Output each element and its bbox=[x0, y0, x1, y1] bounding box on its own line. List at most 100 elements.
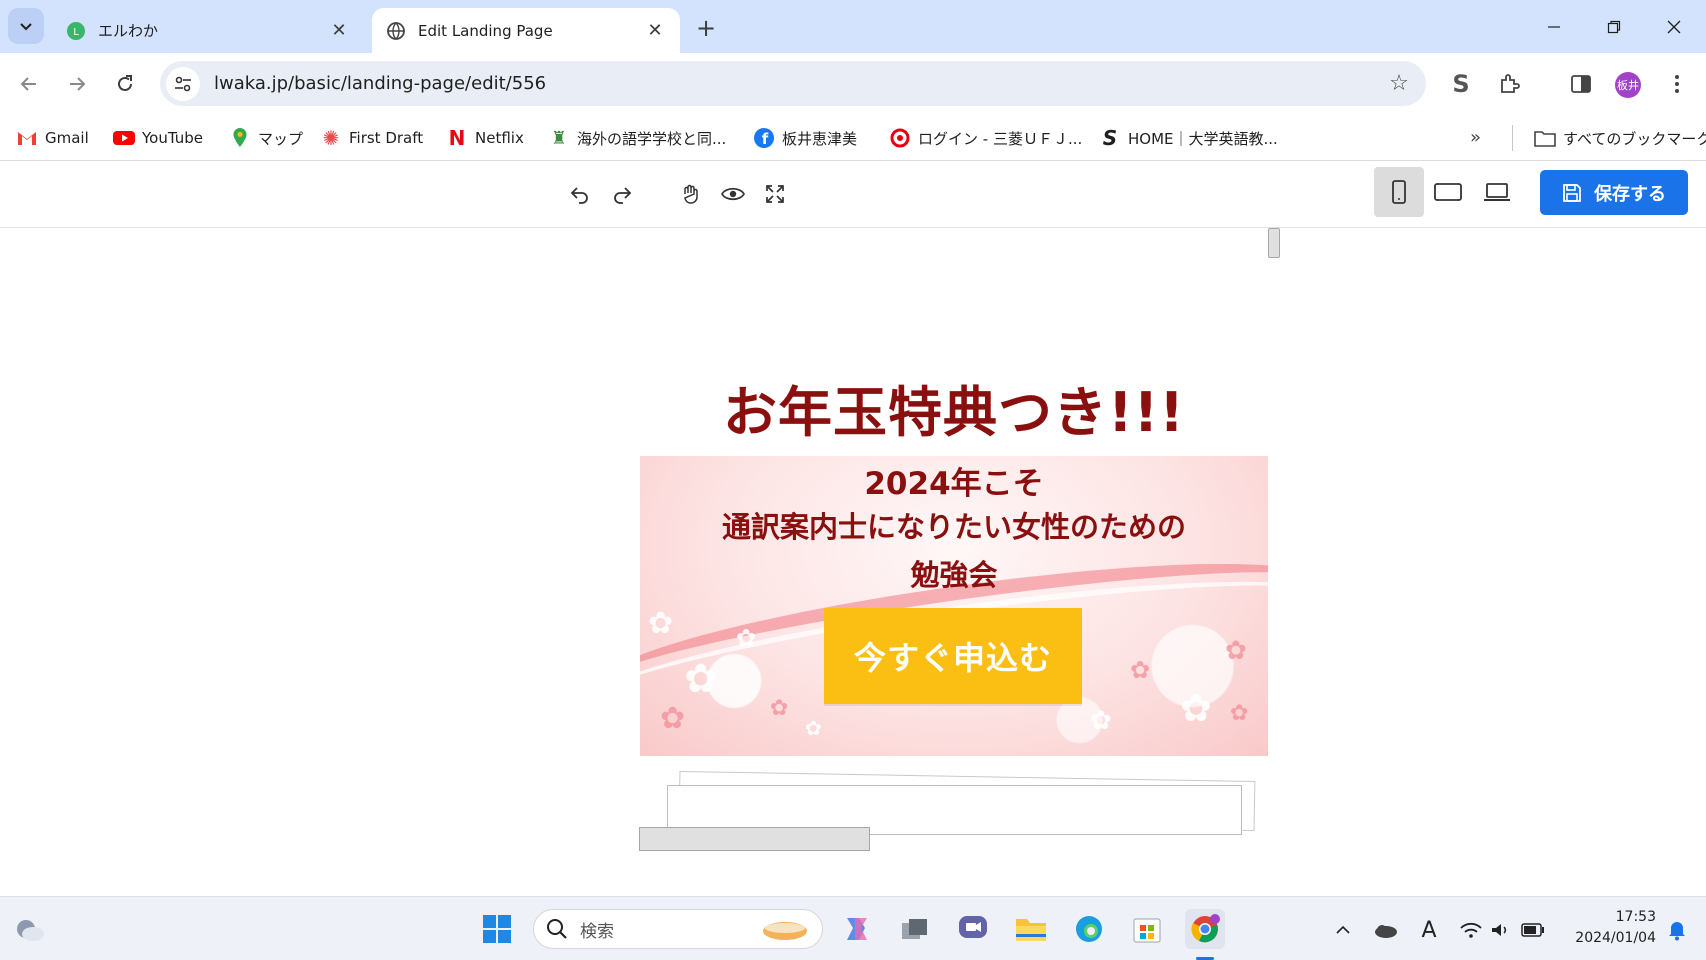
bookmark-facebook[interactable]: f 板井恵津美 bbox=[753, 123, 857, 153]
tab-lwaka[interactable]: L エルわか ✕ bbox=[52, 8, 364, 53]
clock-date: 2024/01/04 bbox=[1575, 930, 1656, 946]
volume-icon[interactable] bbox=[1488, 917, 1514, 943]
lp-subline-event[interactable]: 勉強会 bbox=[640, 552, 1268, 594]
new-tab-button[interactable]: + bbox=[690, 12, 722, 44]
redo-button[interactable] bbox=[605, 177, 639, 211]
bookmark-gmail[interactable]: Gmail bbox=[16, 123, 89, 153]
lwaka-favicon-icon: L bbox=[66, 21, 86, 41]
tab-title: Edit Landing Page bbox=[418, 21, 553, 40]
star-icon[interactable]: ☆ bbox=[1382, 67, 1416, 101]
bookmark-mufg[interactable]: ログイン - 三菱ＵＦＪ... bbox=[889, 123, 1082, 153]
reload-icon bbox=[118, 75, 132, 91]
close-icon[interactable]: ✕ bbox=[644, 20, 666, 42]
system-clock[interactable]: 17:53 2024/01/04 bbox=[1566, 907, 1656, 949]
save-button[interactable]: 保存する bbox=[1540, 170, 1688, 215]
all-bookmarks-button[interactable]: すべてのブックマーク bbox=[1534, 123, 1706, 153]
sakura-icon: ✿ bbox=[805, 716, 822, 740]
notification-bell-icon[interactable] bbox=[1664, 917, 1690, 943]
pan-button[interactable] bbox=[673, 177, 707, 211]
url-text: lwaka.jp/basic/landing-page/edit/556 bbox=[214, 73, 547, 94]
cta-apply-button[interactable]: 今すぐ申込む bbox=[824, 608, 1082, 704]
eye-icon bbox=[721, 187, 745, 201]
tab-title: エルわか bbox=[98, 22, 159, 40]
bowl-icon bbox=[760, 916, 810, 948]
bookmark-maps[interactable]: マップ bbox=[229, 123, 303, 153]
close-window-button[interactable] bbox=[1644, 0, 1704, 53]
chat-icon[interactable] bbox=[953, 909, 993, 949]
resize-handle[interactable] bbox=[1268, 228, 1280, 258]
hand-icon bbox=[684, 184, 698, 204]
sakura-icon: ✿ bbox=[1130, 656, 1151, 684]
expand-icon bbox=[766, 185, 784, 203]
lp-headline[interactable]: お年玉特典つき!!! bbox=[640, 368, 1268, 447]
bookmark-home[interactable]: S HOME｜大学英語教... bbox=[1099, 123, 1278, 153]
editor-canvas[interactable]: お年玉特典つき!!! ✿ ✿ ✿ ✿ ✿ ✿ ✿ ✿ ✿ ✿ ✿ 2024年こそ… bbox=[0, 228, 1706, 896]
tab-strip: L エルわか ✕ Edit Landing Page ✕ + bbox=[0, 0, 1706, 53]
bookmark-label: YouTube bbox=[142, 129, 203, 147]
mufg-icon bbox=[889, 127, 911, 149]
copilot-icon[interactable] bbox=[837, 909, 877, 949]
first-draft-icon: ✺ bbox=[322, 126, 340, 150]
more-menu-icon[interactable] bbox=[1660, 67, 1694, 101]
back-button[interactable] bbox=[12, 67, 46, 101]
sakura-icon: ✿ bbox=[1230, 701, 1249, 726]
bookmark-netflix[interactable]: N Netflix bbox=[446, 123, 524, 153]
store-icon[interactable] bbox=[1127, 909, 1167, 949]
ime-icon[interactable]: A bbox=[1416, 917, 1442, 943]
home-s-icon: S bbox=[1102, 126, 1118, 150]
wifi-icon[interactable] bbox=[1458, 917, 1484, 943]
preview-button[interactable] bbox=[716, 177, 750, 211]
globe-icon bbox=[386, 21, 406, 41]
bookmarks-bar: Gmail YouTube マップ ✺ First Draft N Netfli… bbox=[0, 115, 1706, 161]
floppy-disk-icon bbox=[1563, 183, 1581, 202]
task-view-icon[interactable] bbox=[895, 909, 935, 949]
bookmark-label: HOME｜大学英語教... bbox=[1128, 129, 1278, 148]
site-info-icon[interactable] bbox=[166, 66, 200, 101]
mobile-view-button[interactable] bbox=[1374, 167, 1424, 217]
element-placeholder[interactable] bbox=[639, 827, 870, 851]
restore-button[interactable] bbox=[1584, 0, 1644, 53]
bookmark-first-draft[interactable]: ✺ First Draft bbox=[320, 123, 424, 153]
extensions-icon[interactable] bbox=[1492, 67, 1526, 101]
forward-button[interactable] bbox=[60, 67, 94, 101]
bookmark-school[interactable]: ♜ 海外の語学学校と同... bbox=[548, 123, 726, 153]
tab-edit-landing-page[interactable]: Edit Landing Page ✕ bbox=[372, 8, 680, 53]
gmail-icon bbox=[16, 127, 38, 149]
search-placeholder: 検索 bbox=[580, 921, 614, 942]
chevron-up-icon[interactable] bbox=[1330, 917, 1356, 943]
desktop-view-button[interactable] bbox=[1472, 167, 1522, 217]
more-bookmarks-icon[interactable]: » bbox=[1470, 127, 1481, 148]
bookmark-label: Netflix bbox=[475, 129, 524, 147]
fullscreen-button[interactable] bbox=[758, 177, 792, 211]
sakura-icon: ✿ bbox=[1180, 686, 1212, 730]
sakura-icon: ✿ bbox=[648, 606, 674, 641]
minimize-button[interactable] bbox=[1524, 0, 1584, 53]
close-icon[interactable]: ✕ bbox=[328, 20, 350, 42]
reload-button[interactable] bbox=[108, 67, 142, 101]
undo-button[interactable] bbox=[563, 177, 597, 211]
profile-avatar[interactable]: 板井 bbox=[1615, 72, 1641, 98]
edge-icon[interactable] bbox=[1069, 909, 1109, 949]
onedrive-icon[interactable] bbox=[1372, 917, 1398, 943]
editor-toolbar: 保存する bbox=[0, 161, 1706, 228]
address-bar[interactable]: lwaka.jp/basic/landing-page/edit/556 ☆ bbox=[160, 61, 1426, 106]
bookmark-separator bbox=[1512, 125, 1513, 151]
side-panel-icon[interactable] bbox=[1564, 67, 1598, 101]
arrow-left-icon bbox=[20, 77, 36, 91]
tab-search-button[interactable] bbox=[8, 8, 44, 44]
battery-icon[interactable] bbox=[1520, 917, 1546, 943]
bookmark-youtube[interactable]: YouTube bbox=[113, 123, 203, 153]
chrome-icon[interactable] bbox=[1185, 909, 1225, 949]
tablet-view-button[interactable] bbox=[1423, 167, 1473, 217]
lp-banner-image[interactable]: ✿ ✿ ✿ ✿ ✿ ✿ ✿ ✿ ✿ ✿ ✿ 2024年こそ 通訳案内士になりたい… bbox=[640, 456, 1268, 756]
weather-icon[interactable] bbox=[10, 909, 50, 949]
taskbar-search-input[interactable]: 検索 bbox=[533, 909, 823, 949]
netflix-icon: N bbox=[448, 126, 466, 150]
sakura-icon: ✿ bbox=[770, 696, 789, 721]
sakura-icon: ✿ bbox=[736, 624, 757, 652]
lp-subline-target[interactable]: 通訳案内士になりたい女性のための bbox=[640, 504, 1268, 546]
lp-subline-year[interactable]: 2024年こそ bbox=[640, 458, 1268, 503]
file-explorer-icon[interactable] bbox=[1011, 909, 1051, 949]
windows-start-icon[interactable] bbox=[477, 909, 517, 949]
s-extension-icon[interactable]: S bbox=[1444, 67, 1478, 101]
